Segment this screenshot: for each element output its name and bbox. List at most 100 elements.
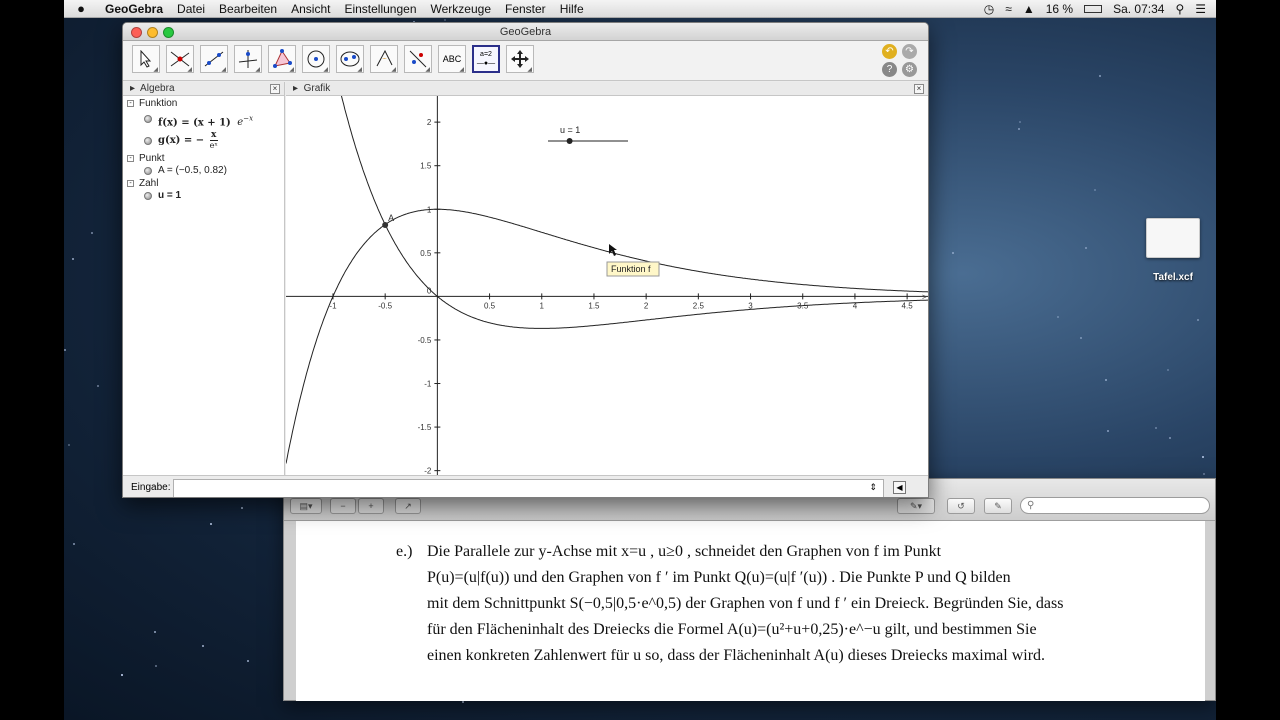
frac-denominator: eˣ [209, 141, 218, 150]
star [1202, 456, 1204, 458]
tool-conic[interactable]: ◢ [336, 45, 364, 73]
clock[interactable]: Sa. 07:34 [1113, 2, 1164, 16]
pdf-page: e.) Die Parallele zur y-Achse mit x=u , u… [296, 521, 1205, 701]
x-tick-label: 2 [644, 301, 649, 310]
geogebra-window: GeoGebra ◢ ◢ ◢ ◢ ◢ ◢ ◢ ◢ ◢ ABC ◢ a=2 —●— ◢… [122, 22, 929, 498]
menu-bearbeiten[interactable]: Bearbeiten [212, 2, 284, 16]
star [155, 665, 157, 667]
star [1019, 121, 1021, 123]
star [1107, 430, 1109, 432]
apple-menu-icon[interactable]: ● [64, 1, 98, 16]
file-icon[interactable] [1146, 218, 1200, 258]
y-tick-label: -1 [424, 380, 432, 389]
x-tick-label: 0.5 [484, 301, 496, 310]
sidebar-toggle-button[interactable]: ▤▾ [290, 498, 322, 514]
star [462, 701, 464, 703]
wifi-icon[interactable]: ≈ [1005, 2, 1012, 16]
visibility-toggle[interactable] [144, 137, 152, 145]
input-field[interactable]: ⇕ [173, 479, 884, 497]
task-number: e.) [396, 543, 413, 560]
settings-gear-icon[interactable]: ⚙ [902, 62, 917, 77]
undo-icon[interactable]: ↶ [882, 44, 897, 59]
function-graph[interactable]: -1 -0.5 0.5 1 1.5 2 2.5 3 3.5 4 4.521.510.5-0.5-1-… [286, 96, 928, 475]
star [1197, 319, 1199, 321]
curve-f [286, 208, 928, 464]
algebra-item-u[interactable]: u = 1 [123, 189, 284, 203]
input-help-icon[interactable]: ◀ [893, 481, 906, 494]
search-icon: ⚲ [1027, 500, 1035, 511]
exp-term: e−x [237, 115, 254, 129]
visibility-toggle[interactable] [144, 115, 152, 123]
tool-reflect[interactable]: ◢ [404, 45, 432, 73]
tool-circle[interactable]: ◢ [302, 45, 330, 73]
y-tick-label: 2 [427, 118, 432, 127]
star [1155, 427, 1157, 429]
group-punkt[interactable]: - Punkt [127, 153, 284, 164]
star [1018, 128, 1020, 130]
battery-icon[interactable] [1084, 4, 1103, 13]
collapse-icon[interactable]: - [127, 154, 134, 162]
annotate-button[interactable]: ✎▾ [897, 498, 935, 514]
star [1099, 75, 1101, 77]
menu-app-name[interactable]: GeoGebra [98, 2, 170, 16]
close-window-button[interactable] [131, 27, 142, 38]
group-zahl[interactable]: - Zahl [127, 178, 284, 189]
collapse-triangle-icon[interactable]: ▸ [293, 83, 298, 94]
algebra-title: Algebra [140, 83, 175, 94]
menu-ansicht[interactable]: Ansicht [284, 2, 337, 16]
history-dropdown-icon[interactable]: ⇕ [869, 482, 877, 493]
slider-tool-label: a=2 [480, 51, 492, 58]
tool-point[interactable]: ◢ [166, 45, 194, 73]
collapse-triangle-icon[interactable]: ▸ [130, 83, 135, 94]
algebra-item-A[interactable]: A = (−0.5, 0.82) [123, 164, 284, 178]
point-label: A [388, 213, 394, 223]
tool-move-view[interactable]: ◢ [506, 45, 534, 73]
tool-slider[interactable]: a=2 —●— [472, 45, 500, 73]
zoom-in-button[interactable]: + [358, 498, 384, 514]
algebra-item-f[interactable]: f(x) = (x + 1) e−x [123, 109, 284, 129]
help-icon[interactable]: ? [882, 62, 897, 77]
collapse-icon[interactable]: - [127, 179, 134, 187]
close-icon[interactable]: × [914, 84, 924, 94]
task-line: P(u)=(u|f(u)) und den Graphen von f ′ im… [427, 569, 1011, 586]
menu-einstellungen[interactable]: Einstellungen [337, 2, 423, 16]
rotate-button[interactable]: ↺ [947, 498, 975, 514]
algebra-item-g[interactable]: g(x) = − x eˣ [123, 129, 284, 153]
group-funktion[interactable]: - Funktion [127, 98, 284, 109]
minimize-window-button[interactable] [147, 27, 158, 38]
search-input[interactable]: ⚲ [1020, 497, 1210, 514]
tool-line[interactable]: ◢ [200, 45, 228, 73]
redo-icon[interactable]: ↷ [902, 44, 917, 59]
tool-perpendicular[interactable]: ◢ [234, 45, 262, 73]
task-line: e.) Die Parallele zur y-Achse mit x=u , u… [396, 539, 1205, 565]
star [241, 507, 243, 509]
menu-werkzeuge[interactable]: Werkzeuge [424, 2, 498, 16]
time-machine-icon[interactable]: ◷ [984, 2, 994, 16]
zoom-out-button[interactable]: − [330, 498, 356, 514]
tool-text[interactable]: ABC ◢ [438, 45, 466, 73]
graphics-view[interactable]: ▸ Grafik × -1 -0.5 0.5 1 1.5 2 2.5 3 3.5 4 4.5 2 1.5… [286, 82, 928, 475]
collapse-icon[interactable]: - [127, 99, 134, 107]
curve-g [340, 96, 928, 329]
tool-move[interactable]: ◢ [132, 45, 160, 73]
volume-icon[interactable]: ▲ [1023, 2, 1035, 16]
file-label[interactable]: Tafel.xcf [1140, 272, 1206, 283]
window-titlebar: GeoGebra [123, 23, 928, 41]
visibility-toggle[interactable] [144, 167, 152, 175]
text-tool-label: ABC [442, 54, 462, 64]
menu-fenster[interactable]: Fenster [498, 2, 553, 16]
notification-list-icon[interactable]: ☰ [1195, 2, 1206, 16]
zoom-window-button[interactable] [163, 27, 174, 38]
menu-datei[interactable]: Datei [170, 2, 212, 16]
edit-button[interactable]: ✎ [984, 498, 1012, 514]
share-button[interactable]: ↗ [395, 498, 421, 514]
spotlight-icon[interactable]: ⚲ [1175, 2, 1184, 16]
visibility-toggle[interactable] [144, 192, 152, 200]
menu-hilfe[interactable]: Hilfe [553, 2, 591, 16]
battery-percent[interactable]: 16 % [1046, 2, 1073, 16]
tool-polygon[interactable]: ◢ [268, 45, 296, 73]
star [210, 523, 212, 525]
tool-angle[interactable]: ◢ [370, 45, 398, 73]
star [1169, 437, 1171, 439]
close-icon[interactable]: × [270, 84, 280, 94]
